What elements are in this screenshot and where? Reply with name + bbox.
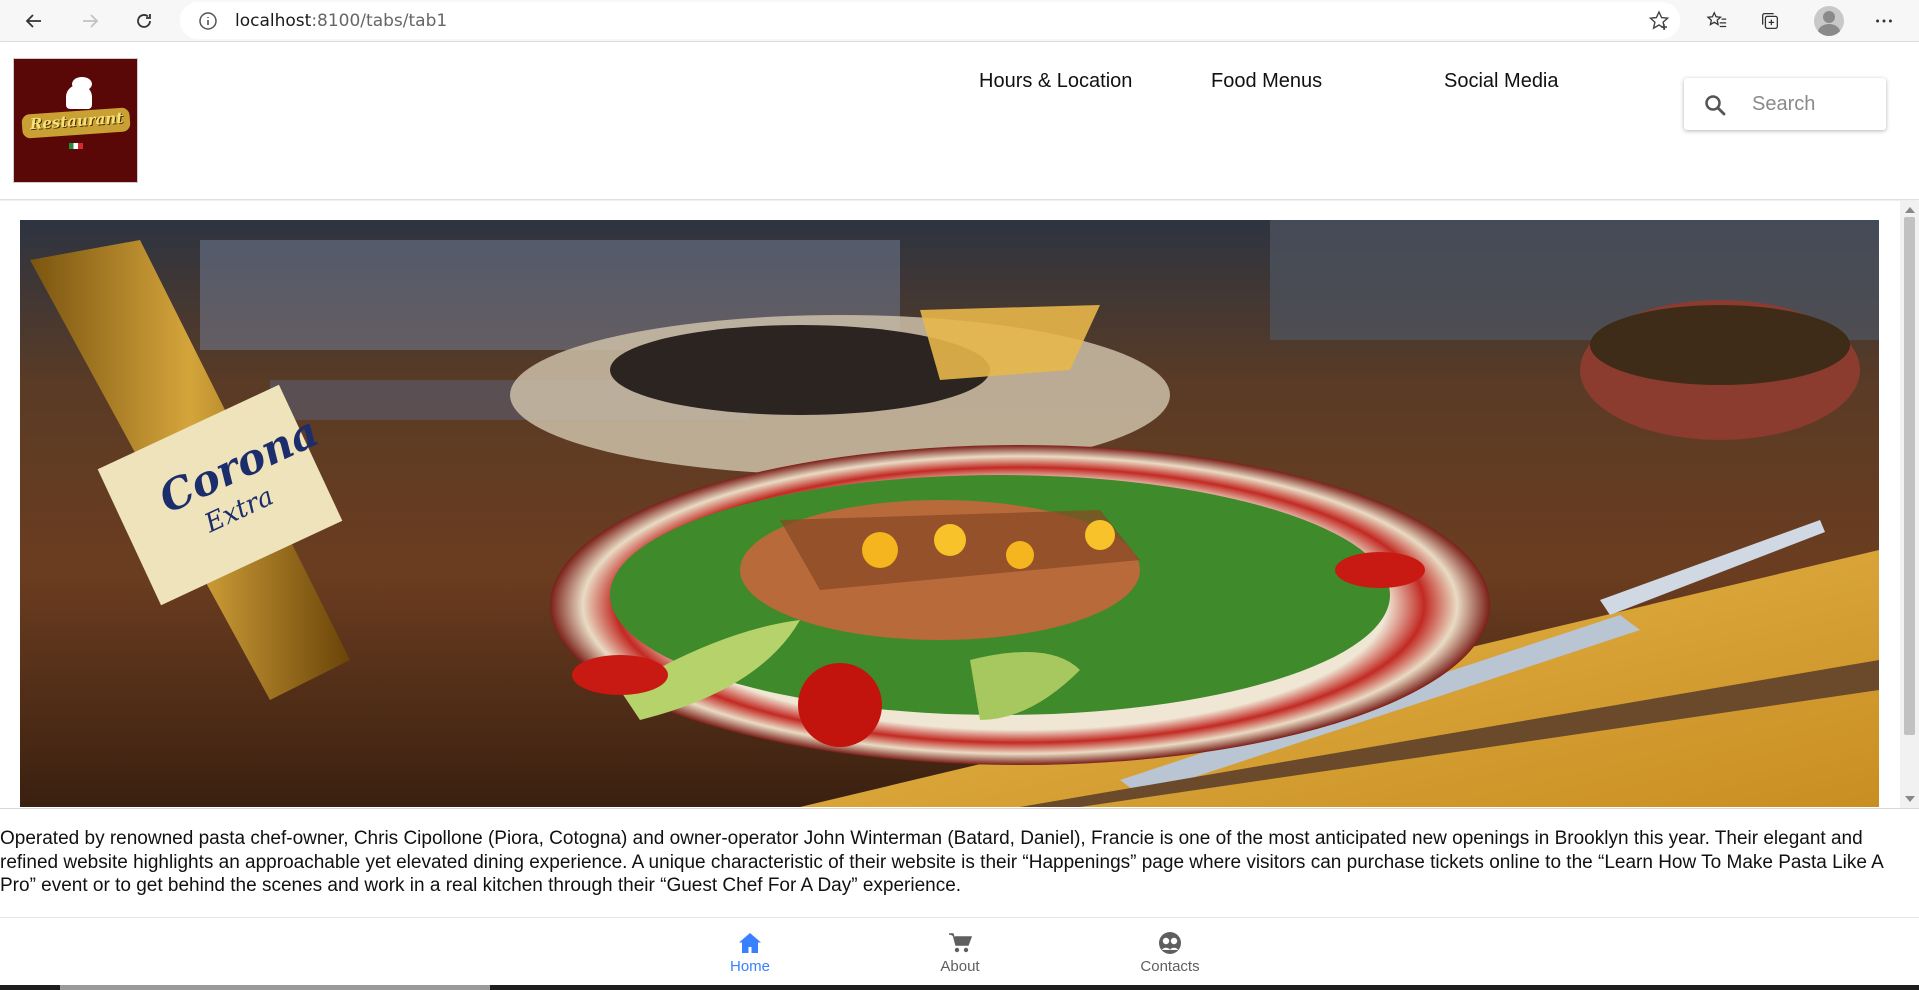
people-icon bbox=[1159, 932, 1181, 954]
section-divider bbox=[0, 808, 1919, 809]
taskbar-strip bbox=[0, 985, 1919, 990]
more-menu-button[interactable] bbox=[1871, 8, 1897, 34]
nav-hours-location[interactable]: Hours & Location bbox=[979, 70, 1132, 93]
food-photo-illustration: Corona Extra bbox=[20, 220, 1879, 807]
forward-arrow-icon bbox=[83, 14, 99, 28]
favorites-icon bbox=[1706, 11, 1727, 28]
collections-icon bbox=[1762, 13, 1778, 29]
url-host: localhost bbox=[235, 11, 312, 31]
tab-about[interactable]: About bbox=[900, 930, 1020, 982]
tab-contacts-label: Contacts bbox=[1140, 958, 1200, 975]
home-icon bbox=[739, 933, 761, 953]
address-bar[interactable]: localhost:8100/tabs/tab1 bbox=[180, 2, 1680, 39]
bottom-tab-bar: Home About Contacts bbox=[0, 917, 1919, 985]
reload-button[interactable] bbox=[128, 5, 160, 37]
reload-icon bbox=[137, 14, 151, 28]
app-header: Restaurant Hours & Location Food Menus S… bbox=[0, 43, 1919, 200]
scroll-up-arrow[interactable] bbox=[1905, 207, 1915, 213]
url-path: :8100/tabs/tab1 bbox=[311, 11, 448, 31]
collections-button[interactable] bbox=[1757, 8, 1783, 34]
add-favorite-icon[interactable] bbox=[1648, 10, 1670, 32]
scrollbar-thumb[interactable] bbox=[1904, 217, 1915, 735]
hero-section: Corona Extra bbox=[0, 201, 1900, 808]
search-bar[interactable] bbox=[1684, 78, 1886, 130]
info-icon[interactable] bbox=[198, 11, 218, 31]
tab-home-label: Home bbox=[729, 958, 770, 975]
nav-social-media[interactable]: Social Media bbox=[1444, 70, 1559, 93]
search-input[interactable] bbox=[1752, 91, 1872, 117]
tab-contacts[interactable]: Contacts bbox=[1110, 930, 1230, 982]
tab-about-label: About bbox=[940, 958, 980, 975]
tab-home[interactable]: Home bbox=[690, 930, 810, 982]
browser-toolbar: localhost:8100/tabs/tab1 bbox=[0, 0, 1919, 42]
nav-food-menus[interactable]: Food Menus bbox=[1211, 70, 1322, 93]
more-icon bbox=[1876, 19, 1892, 23]
back-arrow-icon bbox=[25, 14, 41, 28]
cart-icon bbox=[949, 933, 973, 953]
restaurant-description: Operated by renowned pasta chef-owner, C… bbox=[0, 828, 1883, 896]
search-icon bbox=[1705, 95, 1726, 116]
favorites-button[interactable] bbox=[1704, 8, 1730, 34]
back-button[interactable] bbox=[18, 5, 50, 37]
restaurant-logo[interactable]: Restaurant bbox=[13, 58, 138, 183]
hero-image: Corona Extra bbox=[20, 220, 1879, 807]
forward-button[interactable] bbox=[74, 5, 106, 37]
scroll-down-arrow[interactable] bbox=[1905, 796, 1915, 802]
url-text[interactable]: localhost:8100/tabs/tab1 bbox=[235, 11, 447, 31]
vertical-scrollbar[interactable] bbox=[1900, 201, 1919, 808]
profile-avatar[interactable] bbox=[1814, 6, 1844, 36]
main-content: Corona Extra Operated by renowned pasta … bbox=[0, 201, 1919, 917]
